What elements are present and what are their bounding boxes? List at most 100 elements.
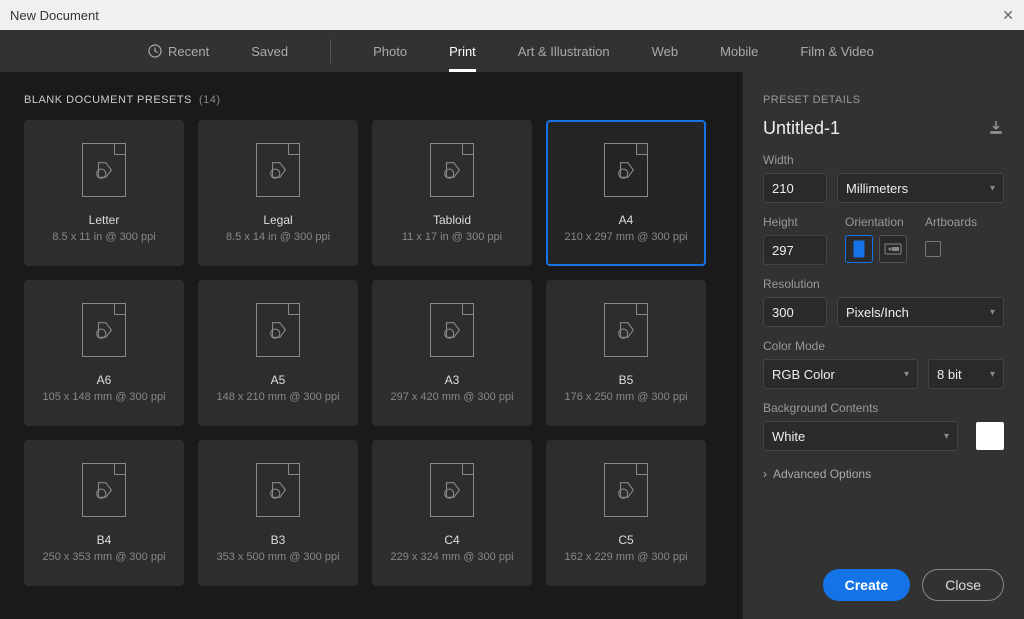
advanced-label: Advanced Options bbox=[773, 467, 871, 481]
background-swatch[interactable] bbox=[976, 422, 1004, 450]
presets-panel: BLANK DOCUMENT PRESETS (14) Letter 8.5 x … bbox=[0, 72, 742, 619]
background-label: Background Contents bbox=[763, 401, 1004, 415]
background-select[interactable]: White ▾ bbox=[763, 421, 958, 451]
resolution-value: 300 bbox=[772, 305, 794, 320]
resolution-input[interactable]: 300 bbox=[763, 297, 827, 327]
tab-mobile[interactable]: Mobile bbox=[720, 30, 758, 72]
preset-dims: 148 x 210 mm @ 300 ppi bbox=[216, 391, 339, 403]
preset-card[interactable]: Tabloid11 x 17 in @ 300 ppi bbox=[372, 120, 532, 266]
category-tabs: Recent Saved Photo Print Art & Illustrat… bbox=[0, 30, 1024, 72]
titlebar: New Document ✕ bbox=[0, 0, 1024, 30]
background-value: White bbox=[772, 429, 805, 444]
preset-card[interactable]: B3353 x 500 mm @ 300 ppi bbox=[198, 440, 358, 586]
tab-film[interactable]: Film & Video bbox=[800, 30, 873, 72]
presets-header-label: BLANK DOCUMENT PRESETS bbox=[24, 94, 192, 106]
preset-dims: 210 x 297 mm @ 300 ppi bbox=[564, 231, 687, 243]
document-icon bbox=[82, 143, 126, 197]
preset-name: A3 bbox=[445, 373, 460, 387]
preset-name: A5 bbox=[271, 373, 286, 387]
orientation-portrait[interactable] bbox=[845, 235, 873, 263]
preset-card[interactable]: B5176 x 250 mm @ 300 ppi bbox=[546, 280, 706, 426]
colormode-value: RGB Color bbox=[772, 367, 835, 382]
artboards-label: Artboards bbox=[925, 215, 977, 229]
chevron-down-icon: ▾ bbox=[990, 307, 995, 318]
preset-dims: 105 x 148 mm @ 300 ppi bbox=[42, 391, 165, 403]
preset-card[interactable]: B4250 x 353 mm @ 300 ppi bbox=[24, 440, 184, 586]
chevron-down-icon: ▾ bbox=[990, 369, 995, 380]
document-icon bbox=[256, 463, 300, 517]
preset-name: A6 bbox=[97, 373, 112, 387]
tab-label: Photo bbox=[373, 44, 407, 59]
tab-recent[interactable]: Recent bbox=[148, 30, 209, 72]
create-button[interactable]: Create bbox=[823, 569, 911, 601]
width-value: 210 bbox=[772, 181, 794, 196]
tab-label: Art & Illustration bbox=[518, 44, 610, 59]
height-label: Height bbox=[763, 215, 827, 229]
height-value: 297 bbox=[772, 243, 794, 258]
document-title[interactable]: Untitled-1 bbox=[763, 118, 840, 139]
preset-dims: 8.5 x 11 in @ 300 ppi bbox=[52, 231, 155, 243]
artboards-checkbox[interactable] bbox=[925, 241, 941, 257]
tab-label: Web bbox=[652, 44, 679, 59]
height-input[interactable]: 297 bbox=[763, 235, 827, 265]
colordepth-select[interactable]: 8 bit ▾ bbox=[928, 359, 1004, 389]
resolution-unit-select[interactable]: Pixels/Inch ▾ bbox=[837, 297, 1004, 327]
preset-card[interactable]: A5 148 x 210 mm @ 300 ppi bbox=[198, 280, 358, 426]
preset-card[interactable]: Legal 8.5 x 14 in @ 300 ppi bbox=[198, 120, 358, 266]
document-icon bbox=[82, 463, 126, 517]
preset-dims: 353 x 500 mm @ 300 ppi bbox=[216, 551, 339, 563]
save-preset-icon[interactable] bbox=[988, 119, 1004, 138]
tab-divider bbox=[330, 39, 331, 63]
document-icon bbox=[82, 303, 126, 357]
tab-art[interactable]: Art & Illustration bbox=[518, 30, 610, 72]
close-button[interactable]: Close bbox=[922, 569, 1004, 601]
preset-dims: 250 x 353 mm @ 300 ppi bbox=[42, 551, 165, 563]
preset-name: Legal bbox=[263, 213, 292, 227]
advanced-options-toggle[interactable]: › Advanced Options bbox=[763, 467, 1004, 481]
preset-name: B5 bbox=[619, 373, 634, 387]
preset-dims: 297 x 420 mm @ 300 ppi bbox=[390, 391, 513, 403]
document-icon bbox=[604, 303, 648, 357]
chevron-down-icon: ▾ bbox=[944, 431, 949, 442]
tab-saved[interactable]: Saved bbox=[251, 30, 288, 72]
tab-photo[interactable]: Photo bbox=[373, 30, 407, 72]
orientation-landscape[interactable] bbox=[879, 235, 907, 263]
preset-card[interactable]: A4 210 x 297 mm @ 300 ppi bbox=[546, 120, 706, 266]
presets-scroll[interactable]: Letter 8.5 x 11 in @ 300 ppi Legal 8.5 x 14… bbox=[24, 120, 742, 610]
resolution-label: Resolution bbox=[763, 277, 1004, 291]
preset-card[interactable]: A6 105 x 148 mm @ 300 ppi bbox=[24, 280, 184, 426]
preset-card[interactable]: C5162 x 229 mm @ 300 ppi bbox=[546, 440, 706, 586]
document-icon bbox=[430, 303, 474, 357]
close-icon[interactable]: ✕ bbox=[1002, 7, 1014, 24]
chevron-down-icon: ▾ bbox=[904, 369, 909, 380]
unit-select[interactable]: Millimeters ▾ bbox=[837, 173, 1004, 203]
tab-print[interactable]: Print bbox=[449, 30, 476, 72]
footer-actions: Create Close bbox=[823, 569, 1004, 601]
width-label: Width bbox=[763, 153, 1004, 167]
tab-web[interactable]: Web bbox=[652, 30, 679, 72]
colormode-label: Color Mode bbox=[763, 339, 1004, 353]
tab-label: Recent bbox=[168, 44, 209, 59]
preset-name: Tabloid bbox=[433, 213, 471, 227]
details-panel: PRESET DETAILS Untitled-1 Width 210 Mill… bbox=[742, 72, 1024, 619]
tab-label: Film & Video bbox=[800, 44, 873, 59]
preset-dims: 229 x 324 mm @ 300 ppi bbox=[390, 551, 513, 563]
width-input[interactable]: 210 bbox=[763, 173, 827, 203]
preset-name: A4 bbox=[619, 213, 634, 227]
colormode-select[interactable]: RGB Color ▾ bbox=[763, 359, 918, 389]
preset-card[interactable]: A3 297 x 420 mm @ 300 ppi bbox=[372, 280, 532, 426]
presets-header: BLANK DOCUMENT PRESETS (14) bbox=[24, 94, 742, 106]
document-icon bbox=[256, 303, 300, 357]
unit-value: Millimeters bbox=[846, 181, 908, 196]
preset-dims: 8.5 x 14 in @ 300 ppi bbox=[226, 231, 330, 243]
tab-label: Mobile bbox=[720, 44, 758, 59]
preset-name: Letter bbox=[89, 213, 120, 227]
orientation-label: Orientation bbox=[845, 215, 907, 229]
main-area: BLANK DOCUMENT PRESETS (14) Letter 8.5 x … bbox=[0, 72, 1024, 619]
preset-card[interactable]: Letter 8.5 x 11 in @ 300 ppi bbox=[24, 120, 184, 266]
colordepth-value: 8 bit bbox=[937, 367, 962, 382]
resolution-unit: Pixels/Inch bbox=[846, 305, 909, 320]
preset-card[interactable]: C4229 x 324 mm @ 300 ppi bbox=[372, 440, 532, 586]
document-icon bbox=[604, 143, 648, 197]
preset-dims: 162 x 229 mm @ 300 ppi bbox=[564, 551, 687, 563]
